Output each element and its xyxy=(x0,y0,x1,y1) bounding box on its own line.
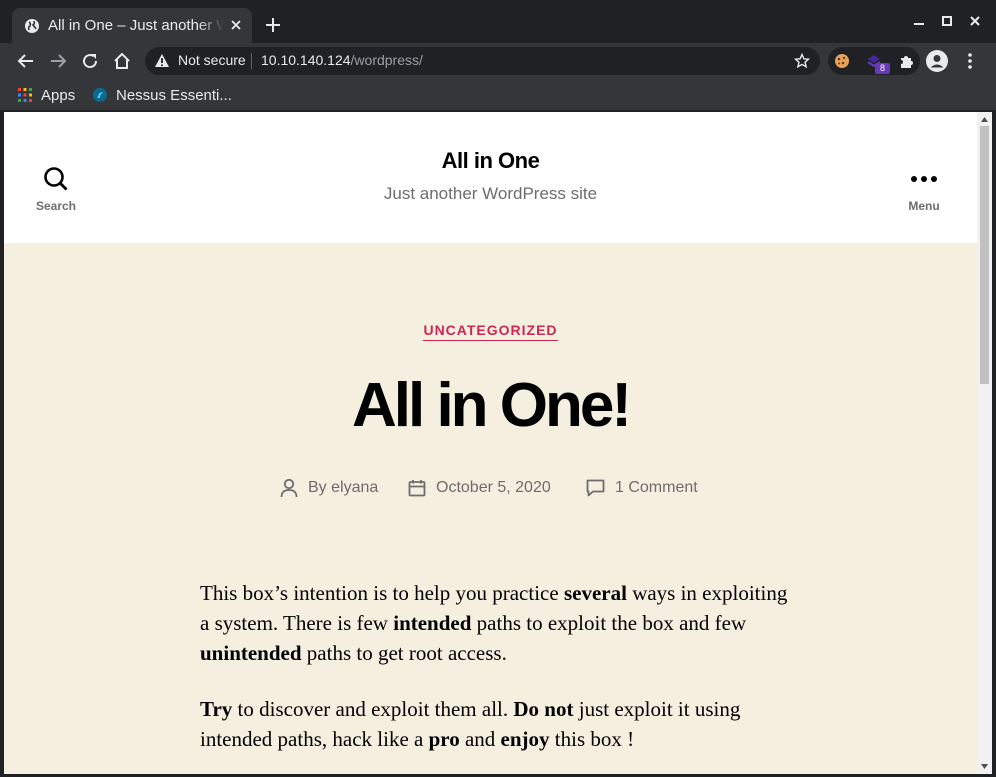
url-path: /wordpress/ xyxy=(350,52,423,68)
globe-icon xyxy=(25,19,39,33)
category-link[interactable]: UNCATEGORIZED xyxy=(423,322,558,341)
post-paragraph: This box’s intention is to help you prac… xyxy=(200,578,790,668)
ellipsis-menu-icon xyxy=(911,176,937,182)
emphasis-text: Try xyxy=(200,697,233,721)
browser-toolbar: Not secure 10.10.140.124/wordpress/ 8 xyxy=(0,43,996,79)
bookmark-apps[interactable]: Apps xyxy=(17,84,75,106)
close-window-icon[interactable] xyxy=(968,14,982,28)
post-title: All in One! xyxy=(352,371,632,440)
site-title[interactable]: All in One xyxy=(4,148,977,174)
cookie-extension-icon[interactable] xyxy=(834,53,850,69)
bookmark-star-icon[interactable] xyxy=(794,53,810,69)
nessus-icon xyxy=(93,88,107,102)
browser-tab[interactable]: All in One – Just another WordPress site xyxy=(12,8,252,43)
post-date[interactable]: October 5, 2020 xyxy=(408,477,551,499)
forward-arrow-icon[interactable] xyxy=(48,51,68,71)
home-icon[interactable] xyxy=(112,51,132,71)
bookmark-nessus[interactable]: Nessus Essenti... xyxy=(92,84,232,106)
bookmark-apps-label: Apps xyxy=(41,86,76,104)
post-author-text: By elyana xyxy=(308,479,379,496)
site-description: Just another WordPress site xyxy=(383,184,598,203)
comment-icon xyxy=(586,479,605,497)
extension-badge: 8 xyxy=(875,63,890,74)
body-text: and xyxy=(459,727,501,751)
bookmarks-bar: Apps Nessus Essenti... xyxy=(0,79,996,111)
minimize-icon[interactable] xyxy=(912,14,926,28)
post-paragraph: Try to discover and exploit them all. Do… xyxy=(200,694,790,754)
page-scrollbar[interactable] xyxy=(977,112,992,774)
body-text: paths to get root access. xyxy=(301,641,507,665)
tab-title: All in One – Just another WordPress site xyxy=(48,17,224,34)
body-text: to discover and exploit them all. xyxy=(232,697,514,721)
post-comments[interactable]: 1 Comment xyxy=(586,477,698,499)
menu-label: Menu xyxy=(908,199,940,213)
emphasis-text: Do not xyxy=(513,697,574,721)
menu-toggle[interactable]: Menu xyxy=(884,166,964,213)
emphasis-text: pro xyxy=(428,727,460,751)
page-viewport: Search All in One Just another WordPress… xyxy=(4,112,977,774)
emphasis-text: several xyxy=(563,581,627,605)
url-host: 10.10.140.124 xyxy=(261,52,351,68)
maximize-icon[interactable] xyxy=(940,14,954,28)
omnibox-divider xyxy=(251,53,252,69)
calendar-icon xyxy=(408,480,426,497)
body-text: this box ! xyxy=(549,727,635,751)
category-wrapper: UNCATEGORIZED xyxy=(4,322,977,341)
scrollbar-thumb[interactable] xyxy=(980,126,989,384)
back-arrow-icon[interactable] xyxy=(16,51,36,71)
scroll-down-icon[interactable] xyxy=(980,762,989,771)
address-bar[interactable]: Not secure 10.10.140.124/wordpress/ xyxy=(145,47,820,75)
new-tab-icon[interactable] xyxy=(264,16,282,34)
bookmark-nessus-label: Nessus Essenti... xyxy=(116,86,232,104)
emphasis-text: enjoy xyxy=(500,727,550,751)
emphasis-text: unintended xyxy=(200,641,302,665)
post-author[interactable]: By elyana xyxy=(280,477,378,499)
warning-icon xyxy=(155,54,169,67)
security-label[interactable]: Not secure xyxy=(178,52,246,68)
reload-icon[interactable] xyxy=(80,51,100,71)
emphasis-text: intended xyxy=(393,611,472,635)
post-content: This box’s intention is to help you prac… xyxy=(200,578,790,774)
apps-grid-icon xyxy=(18,88,32,102)
post-date-text: October 5, 2020 xyxy=(436,479,551,496)
tab-strip: All in One – Just another WordPress site xyxy=(0,0,996,43)
scroll-up-icon[interactable] xyxy=(980,115,989,124)
close-tab-icon[interactable] xyxy=(228,17,244,33)
puzzle-extensions-icon[interactable] xyxy=(898,53,914,69)
author-icon xyxy=(280,478,298,498)
url-text[interactable]: 10.10.140.124/wordpress/ xyxy=(261,52,423,68)
site-header: Search All in One Just another WordPress… xyxy=(4,112,977,243)
post-comments-text: 1 Comment xyxy=(615,479,698,496)
extensions-area: 8 xyxy=(828,47,920,75)
body-text: This box’s intention is to help you prac… xyxy=(200,581,564,605)
profile-avatar-icon[interactable] xyxy=(926,50,948,72)
body-text: paths to exploit the box and few xyxy=(471,611,747,635)
browser-menu-icon[interactable] xyxy=(964,51,976,71)
